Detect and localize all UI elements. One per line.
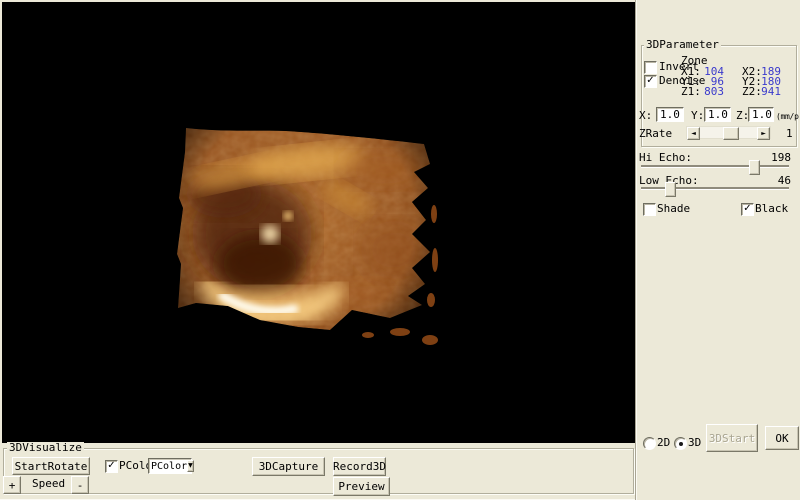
scale-y-input[interactable] [704,107,731,122]
start-rotate-button[interactable]: StartRotate [12,457,90,475]
zrate-label: ZRate [639,128,672,139]
zrate-scrollbar[interactable]: ◄ ► [686,126,771,139]
groupbox-title: 3DParameter [644,39,721,51]
speed-minus-button[interactable]: - [71,476,89,494]
scroll-right-icon: ► [761,131,766,137]
hi-echo-label: Hi Echo: [639,152,692,163]
low-echo-slider-thumb[interactable] [665,182,676,197]
speed-plus-button[interactable]: + [3,476,21,494]
zone-z2-value: 941 [756,86,781,97]
record3d-button[interactable]: Record3D [333,457,386,476]
visualize-bar: 3DVisualize StartRotate + Speed - ✓ PCol… [0,443,635,500]
mode-3d-radio[interactable] [674,437,687,450]
ok-button[interactable]: OK [765,426,799,450]
scale-y-label: Y: [691,110,704,121]
zrate-scroll-left-button[interactable]: ◄ [687,127,700,140]
scale-x-input[interactable] [656,107,684,122]
groupbox-title: 3DVisualize [7,442,84,454]
scale-x-field[interactable] [656,107,684,122]
parameter-panel: 3DParameter Invert ✓ Denoise Zone X1: 10… [635,0,800,500]
pcolor-dropdown[interactable]: PColor ▼ [148,458,192,474]
low-echo-value: 46 [751,175,791,186]
invert-checkbox[interactable] [644,61,657,74]
application-window: 3DParameter Invert ✓ Denoise Zone X1: 10… [0,0,800,500]
check-icon: ✓ [646,76,654,86]
pcolor-dropdown-value: PColor [149,461,187,472]
ultrasound-volume-render [2,2,635,443]
zrate-scroll-thumb[interactable] [723,127,739,140]
scale-y-field[interactable] [704,107,731,122]
3dcapture-button[interactable]: 3DCapture [252,457,325,476]
radio-dot-icon [679,442,683,446]
zone-z1-value: 803 [696,86,724,97]
hi-echo-slider-track[interactable] [641,165,789,167]
3d-viewport[interactable] [2,2,635,443]
mode-3d-label: 3D [688,437,701,448]
scale-z-input[interactable] [748,107,774,122]
mode-2d-radio[interactable] [643,437,656,450]
mode-2d-label: 2D [657,437,670,448]
low-echo-slider-track[interactable] [641,187,789,189]
scroll-left-icon: ◄ [691,131,696,137]
shade-checkbox[interactable] [643,203,656,216]
check-icon: ✓ [743,204,751,214]
speed-label: Speed [32,478,65,489]
chevron-down-icon: ▼ [188,463,193,469]
shade-label: Shade [657,203,690,214]
hi-echo-slider-thumb[interactable] [749,160,760,175]
check-icon: ✓ [107,461,115,471]
black-checkbox[interactable]: ✓ [741,203,754,216]
dropdown-arrow-button[interactable]: ▼ [187,460,194,472]
scale-x-label: X: [639,110,652,121]
denoise-checkbox[interactable]: ✓ [644,75,657,88]
scale-z-field[interactable] [748,107,774,122]
zrate-scroll-right-button[interactable]: ► [757,127,770,140]
zrate-value: 1 [786,128,793,139]
scale-unit-label: (mm/p) [776,111,800,122]
black-label: Black [755,203,788,214]
preview-button[interactable]: Preview [333,477,390,496]
pcolor-checkbox[interactable]: ✓ [105,460,118,473]
3dstart-button[interactable]: 3DStart [706,424,758,452]
